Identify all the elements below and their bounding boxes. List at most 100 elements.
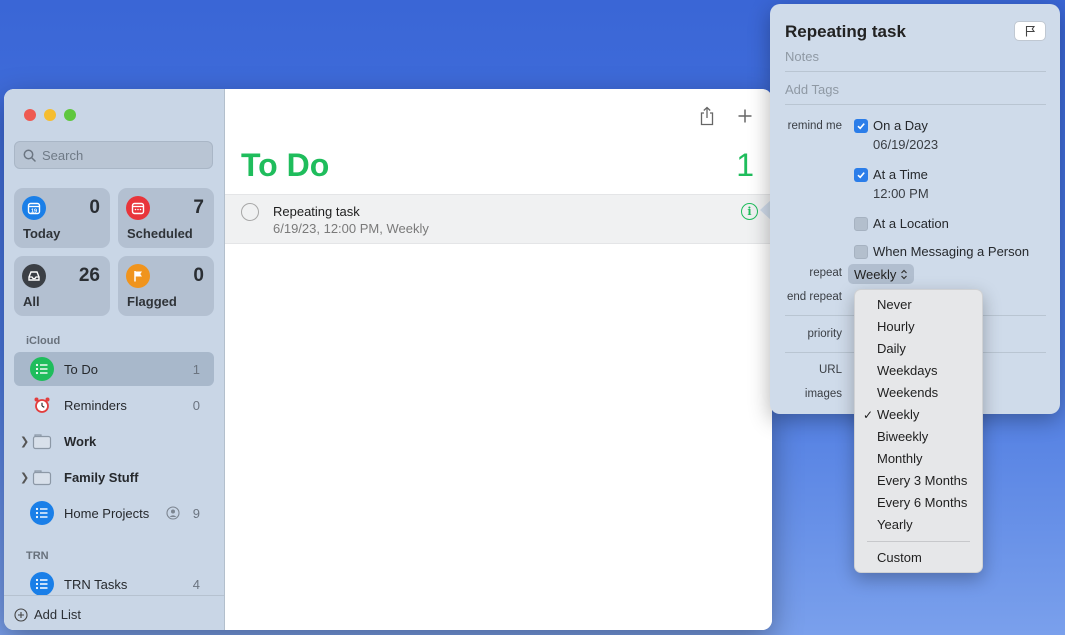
smart-list-today[interactable]: 19 0 Today bbox=[14, 188, 110, 248]
smart-lists: 19 0 Today 7 Scheduled 26 All 0 Flagged bbox=[14, 188, 214, 316]
menu-item-label: Hourly bbox=[877, 319, 915, 334]
complete-checkbox[interactable] bbox=[241, 203, 259, 221]
section-header-icloud: iCloud bbox=[26, 335, 61, 347]
sidebar-item-label: To Do bbox=[64, 361, 98, 377]
when-messaging-label: When Messaging a Person bbox=[873, 244, 1030, 259]
repeat-option-custom[interactable]: Custom bbox=[855, 547, 982, 569]
on-a-day-option[interactable]: On a Day 06/19/2023 bbox=[854, 118, 938, 152]
add-list-button[interactable]: Add List bbox=[14, 607, 81, 622]
repeat-dropdown-menu: Never Hourly Daily Weekdays Weekends ✓ We… bbox=[854, 289, 983, 573]
menu-item-label: Custom bbox=[877, 550, 922, 565]
popover-title[interactable]: Repeating task bbox=[785, 22, 906, 42]
reminder-title[interactable]: Repeating task bbox=[273, 204, 360, 219]
close-window-button[interactable] bbox=[24, 109, 36, 121]
alarm-clock-icon bbox=[30, 393, 54, 417]
search-input[interactable] bbox=[42, 147, 202, 163]
search-field[interactable] bbox=[14, 141, 213, 169]
disclosure-chevron-icon[interactable]: ❯ bbox=[20, 435, 29, 448]
sidebar-item-reminders[interactable]: Reminders 0 bbox=[14, 388, 214, 422]
at-a-time-option[interactable]: At a Time 12:00 PM bbox=[854, 167, 929, 201]
folder-group-icon bbox=[30, 465, 54, 489]
at-a-time-value[interactable]: 12:00 PM bbox=[873, 186, 929, 201]
info-icon[interactable]: i bbox=[741, 203, 758, 220]
sidebar-item-home-projects[interactable]: Home Projects 9 bbox=[14, 496, 214, 530]
repeat-option-yearly[interactable]: Yearly bbox=[855, 514, 982, 536]
repeat-value: Weekly bbox=[854, 266, 897, 282]
sidebar-item-label: TRN Tasks bbox=[64, 576, 128, 592]
reminders-window: 19 0 Today 7 Scheduled 26 All bbox=[4, 89, 772, 630]
on-a-day-checkbox[interactable] bbox=[854, 119, 868, 133]
plus-circle-icon bbox=[14, 607, 28, 622]
tags-field[interactable]: Add Tags bbox=[785, 82, 839, 97]
checkmark-icon bbox=[857, 172, 865, 179]
flag-toggle-button[interactable] bbox=[1014, 21, 1046, 41]
section-header-trn: TRN bbox=[26, 550, 49, 562]
menu-separator bbox=[867, 541, 970, 542]
smart-list-all[interactable]: 26 All bbox=[14, 256, 110, 316]
search-icon bbox=[23, 149, 36, 162]
shared-person-icon bbox=[166, 506, 180, 520]
repeat-option-every-3-months[interactable]: Every 3 Months bbox=[855, 470, 982, 492]
calendar-day-icon: 19 bbox=[22, 196, 46, 220]
list-bullets-icon bbox=[30, 357, 54, 381]
sidebar-divider bbox=[4, 595, 224, 596]
reminder-details: 6/19/23, 12:00 PM, Weekly bbox=[273, 221, 429, 236]
window-controls bbox=[24, 109, 76, 121]
reminder-row[interactable]: Repeating task 6/19/23, 12:00 PM, Weekly… bbox=[225, 194, 772, 244]
smart-list-scheduled[interactable]: 7 Scheduled bbox=[118, 188, 214, 248]
repeat-label: repeat bbox=[809, 267, 842, 279]
smart-list-flagged[interactable]: 0 Flagged bbox=[118, 256, 214, 316]
menu-item-label: Weekends bbox=[877, 385, 939, 400]
sidebar-item-label: Work bbox=[64, 433, 97, 449]
scheduled-count: 7 bbox=[193, 197, 204, 218]
menu-item-label: Never bbox=[877, 297, 912, 312]
end-repeat-label: end repeat bbox=[787, 291, 842, 303]
on-a-day-date[interactable]: 06/19/2023 bbox=[873, 137, 938, 152]
sidebar-item-count: 0 bbox=[192, 397, 200, 413]
notes-field[interactable]: Notes bbox=[785, 49, 819, 64]
sidebar-item-count: 1 bbox=[192, 361, 200, 377]
when-messaging-option[interactable]: When Messaging a Person bbox=[854, 244, 1029, 259]
calendar-icon bbox=[126, 196, 150, 220]
tray-icon bbox=[22, 264, 46, 288]
disclosure-chevron-icon[interactable]: ❯ bbox=[20, 471, 29, 484]
repeat-option-never[interactable]: Never bbox=[855, 294, 982, 316]
zoom-window-button[interactable] bbox=[64, 109, 76, 121]
flag-outline-icon bbox=[1025, 25, 1036, 37]
minimize-window-button[interactable] bbox=[44, 109, 56, 121]
page-title: To Do bbox=[241, 147, 330, 183]
sidebar-item-count: 4 bbox=[192, 576, 200, 592]
menu-item-label: Monthly bbox=[877, 451, 923, 466]
share-icon bbox=[700, 106, 714, 126]
repeat-option-weekly[interactable]: ✓ Weekly bbox=[855, 404, 982, 426]
repeat-option-weekends[interactable]: Weekends bbox=[855, 382, 982, 404]
repeat-option-every-6-months[interactable]: Every 6 Months bbox=[855, 492, 982, 514]
when-messaging-checkbox[interactable] bbox=[854, 245, 868, 259]
sidebar-item-to-do[interactable]: To Do 1 bbox=[14, 352, 214, 386]
at-a-location-checkbox[interactable] bbox=[854, 217, 868, 231]
svg-text:19: 19 bbox=[31, 208, 37, 214]
repeat-select[interactable]: Weekly bbox=[848, 264, 915, 284]
flagged-count: 0 bbox=[193, 265, 204, 286]
menu-item-label: Weekly bbox=[877, 407, 920, 422]
share-button[interactable] bbox=[696, 105, 718, 127]
on-a-day-label: On a Day bbox=[873, 118, 928, 133]
repeat-option-weekdays[interactable]: Weekdays bbox=[855, 360, 982, 382]
scheduled-label: Scheduled bbox=[127, 226, 193, 241]
checkmark-icon: ✓ bbox=[863, 408, 874, 422]
repeat-option-hourly[interactable]: Hourly bbox=[855, 316, 982, 338]
menu-item-label: Every 6 Months bbox=[877, 495, 968, 510]
add-reminder-button[interactable] bbox=[734, 105, 756, 127]
today-count: 0 bbox=[89, 197, 100, 218]
all-count: 26 bbox=[78, 265, 100, 286]
at-a-location-option[interactable]: At a Location bbox=[854, 216, 949, 231]
repeat-option-monthly[interactable]: Monthly bbox=[855, 448, 982, 470]
menu-item-label: Yearly bbox=[877, 517, 913, 532]
sidebar-item-family-stuff[interactable]: ❯ Family Stuff bbox=[14, 460, 214, 494]
repeat-option-biweekly[interactable]: Biweekly bbox=[855, 426, 982, 448]
repeat-option-daily[interactable]: Daily bbox=[855, 338, 982, 360]
sidebar-item-work[interactable]: ❯ Work bbox=[14, 424, 214, 458]
priority-label: priority bbox=[807, 328, 842, 340]
url-label: URL bbox=[818, 364, 842, 376]
at-a-time-checkbox[interactable] bbox=[854, 168, 868, 182]
